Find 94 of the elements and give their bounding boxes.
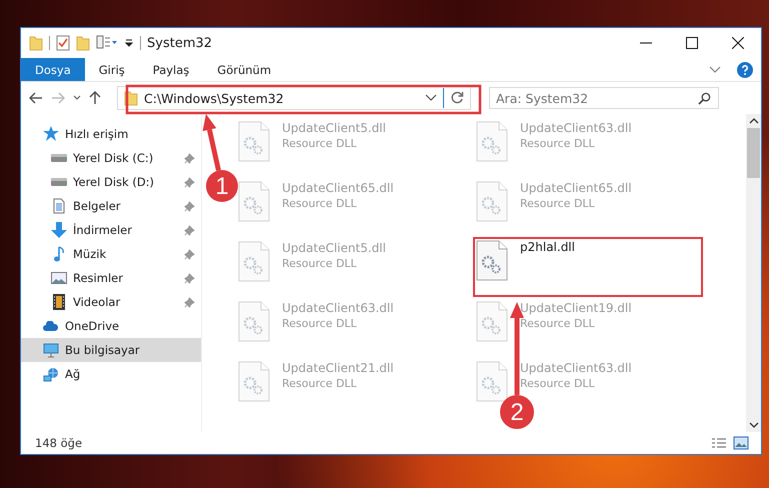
sidebar-label: Yerel Disk (C:) xyxy=(73,151,154,165)
dropdown-icon[interactable] xyxy=(124,38,134,48)
drive-icon xyxy=(51,154,67,162)
monitor-icon xyxy=(43,342,59,358)
star-icon xyxy=(43,126,59,142)
gear-file-icon xyxy=(238,301,270,342)
chevron-down-icon[interactable] xyxy=(425,94,437,102)
ribbon-tab[interactable]: Görünüm xyxy=(203,58,286,81)
sidebar-item[interactable]: Resimler xyxy=(21,266,201,290)
item-count: 148 öğe xyxy=(35,436,82,450)
file-name: UpdateClient63.dll xyxy=(520,361,632,375)
search-icon[interactable] xyxy=(698,92,711,105)
checklist-icon[interactable] xyxy=(56,35,70,51)
file-type: Resource DLL xyxy=(520,137,596,150)
cloud-icon xyxy=(43,321,59,331)
sidebar-label: OneDrive xyxy=(65,319,120,333)
file-name: UpdateClient5.dll xyxy=(282,121,386,135)
gear-file-icon xyxy=(238,241,270,282)
globe-monitor-icon xyxy=(43,366,59,382)
scroll-up-icon[interactable] xyxy=(748,118,758,124)
address-path: C:\Windows\System32 xyxy=(144,90,285,106)
gear-file-icon xyxy=(476,181,508,222)
gear-file-icon xyxy=(476,121,508,162)
file-type: Resource DLL xyxy=(520,197,596,210)
file-type: Resource DLL xyxy=(282,257,358,270)
sidebar-item[interactable]: Yerel Disk (D:) xyxy=(21,170,201,194)
file-name: UpdateClient5.dll xyxy=(282,241,386,255)
ribbon-tab[interactable]: Dosya xyxy=(21,58,85,81)
sidebar-item[interactable]: Videolar xyxy=(21,290,201,314)
file-name: UpdateClient65.dll xyxy=(282,181,394,195)
maximize-icon xyxy=(686,37,698,49)
chevron-down-icon[interactable] xyxy=(709,66,721,74)
sidebar-item[interactable]: Belgeler xyxy=(21,194,201,218)
file-name: p2hlal.dll xyxy=(520,240,575,254)
properties-icon[interactable] xyxy=(96,35,118,51)
gear-file-icon xyxy=(476,361,508,402)
close-icon xyxy=(732,37,744,49)
address-bar[interactable]: C:\Windows\System32 xyxy=(117,86,471,110)
gear-file-icon xyxy=(238,121,270,162)
file-type: Resource DLL xyxy=(282,377,358,390)
gear-file-icon xyxy=(238,181,270,222)
sidebar-item[interactable]: Yerel Disk (C:) xyxy=(21,146,201,170)
back-arrow-icon[interactable] xyxy=(29,92,43,104)
sidebar-label: Müzik xyxy=(73,247,106,261)
file-type: Resource DLL xyxy=(520,317,596,330)
scrollbar-thumb[interactable] xyxy=(747,128,760,178)
sidebar-item[interactable]: Ağ xyxy=(21,362,201,386)
sidebar-item[interactable]: İndirmeler xyxy=(21,218,201,242)
sidebar-item[interactable]: OneDrive xyxy=(21,314,201,338)
file-type: Resource DLL xyxy=(282,137,358,150)
file-name: UpdateClient21.dll xyxy=(282,361,394,375)
sidebar-item[interactable]: Bu bilgisayar xyxy=(21,338,201,362)
pointer-arrow xyxy=(202,114,221,171)
file-name: UpdateClient63.dll xyxy=(520,121,632,135)
large-icons-view-icon[interactable] xyxy=(733,436,749,450)
step-badge: 2 xyxy=(500,395,534,429)
ribbon-tab[interactable]: Paylaş xyxy=(138,58,204,81)
scroll-down-icon[interactable] xyxy=(748,422,758,428)
ribbon-tab[interactable]: Giriş xyxy=(84,58,139,81)
step-badge: 1 xyxy=(206,170,238,202)
gear-file-icon xyxy=(476,301,508,342)
picture-icon xyxy=(51,272,67,284)
sidebar-label: Resimler xyxy=(73,271,123,285)
search-field[interactable]: Ara: System32 xyxy=(489,87,719,109)
document-icon xyxy=(53,198,65,214)
sidebar-label: Videolar xyxy=(73,295,120,309)
file-name: UpdateClient65.dll xyxy=(520,181,632,195)
chevron-down-icon[interactable] xyxy=(73,95,81,101)
gear-file-icon xyxy=(238,361,270,402)
file-type: Resource DLL xyxy=(282,317,358,330)
sidebar-label: Yerel Disk (D:) xyxy=(73,175,154,189)
film-icon xyxy=(53,294,65,310)
minimize-icon xyxy=(640,42,652,44)
file-name: UpdateClient63.dll xyxy=(282,301,394,315)
music-note-icon xyxy=(54,246,64,262)
sidebar-item[interactable]: Müzik xyxy=(21,242,201,266)
sidebar-label: Hızlı erişim xyxy=(65,127,128,141)
sidebar-label: Ağ xyxy=(65,367,80,381)
sidebar-label: Bu bilgisayar xyxy=(65,343,140,357)
sidebar-label: Belgeler xyxy=(73,199,121,213)
details-view-icon[interactable] xyxy=(711,437,727,449)
file-type: Resource DLL xyxy=(520,377,596,390)
refresh-icon[interactable] xyxy=(450,91,464,105)
gear-file-icon xyxy=(476,240,508,281)
sidebar-item[interactable]: Hızlı erişim xyxy=(21,122,201,146)
help-icon[interactable] xyxy=(737,62,753,78)
file-type: Resource DLL xyxy=(282,197,358,210)
window-title: System32 xyxy=(147,36,212,50)
down-arrow-icon xyxy=(51,222,67,238)
drive-icon xyxy=(51,178,67,186)
sidebar-label: İndirmeler xyxy=(73,223,132,237)
file-name: UpdateClient19.dll xyxy=(520,301,632,315)
up-arrow-icon[interactable] xyxy=(89,91,101,105)
vertical-scrollbar[interactable] xyxy=(746,114,761,432)
